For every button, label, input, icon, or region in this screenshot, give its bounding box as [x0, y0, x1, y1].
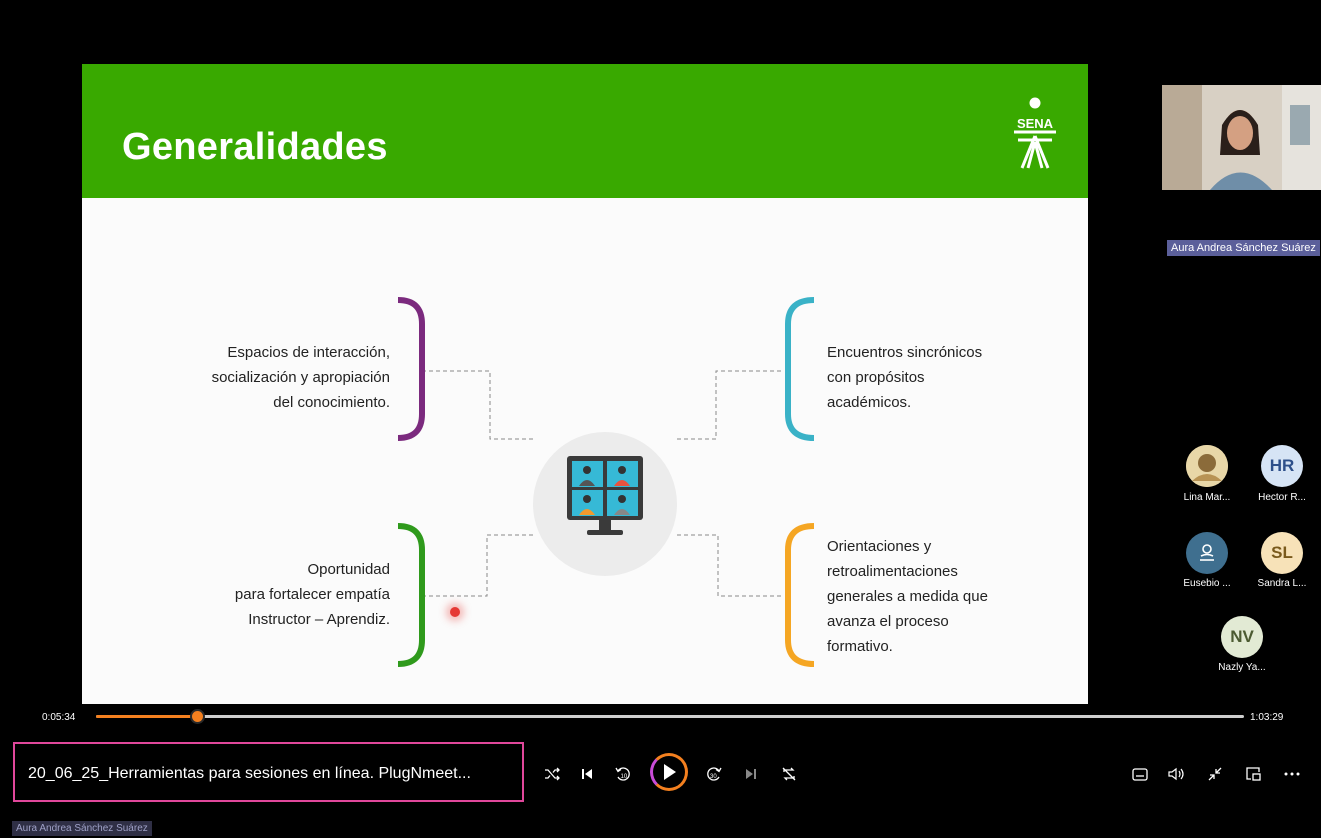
mini-player-icon[interactable]	[1242, 763, 1264, 785]
participant-name: Sandra L...	[1257, 578, 1307, 589]
presenter-name-tag: Aura Andrea Sánchez Suárez	[1167, 240, 1320, 256]
minimize-icon[interactable]	[1204, 763, 1226, 785]
item-3-line: Instructor – Aprendiz.	[248, 611, 390, 628]
seek-bar: 0:05:34 1:03:29	[0, 704, 1321, 728]
item-2-line: académicos.	[827, 394, 912, 411]
item-4-text: Orientaciones y retroalimentaciones gene…	[827, 534, 1067, 659]
item-1-line: del conocimiento.	[273, 394, 390, 411]
current-time: 0:05:34	[42, 712, 76, 723]
person-icon[interactable]	[1186, 532, 1228, 574]
participant-name: Eusebio ...	[1183, 578, 1231, 589]
more-icon[interactable]	[1281, 763, 1303, 785]
participant-name: Lina Mar...	[1183, 492, 1231, 503]
seek-track[interactable]	[96, 709, 1244, 724]
item-2-line: Encuentros sincrónicos	[827, 344, 983, 361]
svg-text:30: 30	[710, 774, 717, 780]
item-2-text: Encuentros sincrónicos con propósitos ac…	[827, 340, 1067, 415]
participant-avatar[interactable]: SL	[1261, 532, 1303, 574]
participant-avatar[interactable]: NV	[1221, 616, 1263, 658]
item-3-text: Oportunidad para fortalecer empatía Inst…	[142, 557, 390, 632]
item-1-line: Espacios de interacción,	[227, 344, 390, 361]
item-1-line: socialización y apropiación	[211, 369, 390, 386]
item-4-line: generales a medida que	[827, 588, 988, 605]
participant-avatar-photo[interactable]	[1186, 445, 1228, 487]
item-4-line: avanza el proceso	[827, 613, 949, 630]
video-conference-monitor-icon	[533, 432, 677, 576]
bottom-name-tag: Aura Andrea Sánchez Suárez	[12, 821, 152, 836]
participant-name: Nazly Ya...	[1218, 662, 1266, 673]
item-4-line: retroalimentaciones	[827, 563, 958, 580]
participant-avatar[interactable]: HR	[1261, 445, 1303, 487]
shuffle-icon[interactable]	[541, 763, 563, 785]
file-title: 20_06_25_Herramientas para sesiones en l…	[28, 765, 471, 782]
laser-pointer-dot	[450, 607, 460, 617]
forward-30-icon[interactable]: 30	[703, 763, 725, 785]
participant-name: Hector R...	[1258, 492, 1306, 503]
captions-icon[interactable]	[1129, 763, 1151, 785]
next-icon[interactable]	[740, 763, 762, 785]
seek-thumb[interactable]	[190, 709, 206, 724]
previous-icon[interactable]	[576, 763, 598, 785]
volume-icon[interactable]	[1166, 763, 1188, 785]
seek-progress	[96, 715, 198, 718]
item-3-line: Oportunidad	[307, 561, 390, 578]
rewind-10-icon[interactable]: 10	[612, 763, 634, 785]
total-time: 1:03:29	[1250, 712, 1284, 723]
item-4-line: Orientaciones y	[827, 538, 932, 555]
play-button[interactable]	[650, 753, 688, 791]
svg-text:10: 10	[621, 774, 628, 780]
presenter-video-tile[interactable]	[1162, 85, 1321, 190]
item-1-text: Espacios de interacción, socialización y…	[142, 340, 390, 415]
media-controls: 20_06_25_Herramientas para sesiones en l…	[0, 730, 1321, 802]
play-icon	[664, 764, 676, 780]
repeat-off-icon[interactable]	[778, 763, 800, 785]
item-2-line: con propósitos	[827, 369, 925, 386]
item-4-line: formativo.	[827, 638, 893, 655]
presentation-slide: Generalidades SENA Espacios de interacci…	[82, 64, 1088, 704]
item-3-line: para fortalecer empatía	[234, 586, 390, 603]
